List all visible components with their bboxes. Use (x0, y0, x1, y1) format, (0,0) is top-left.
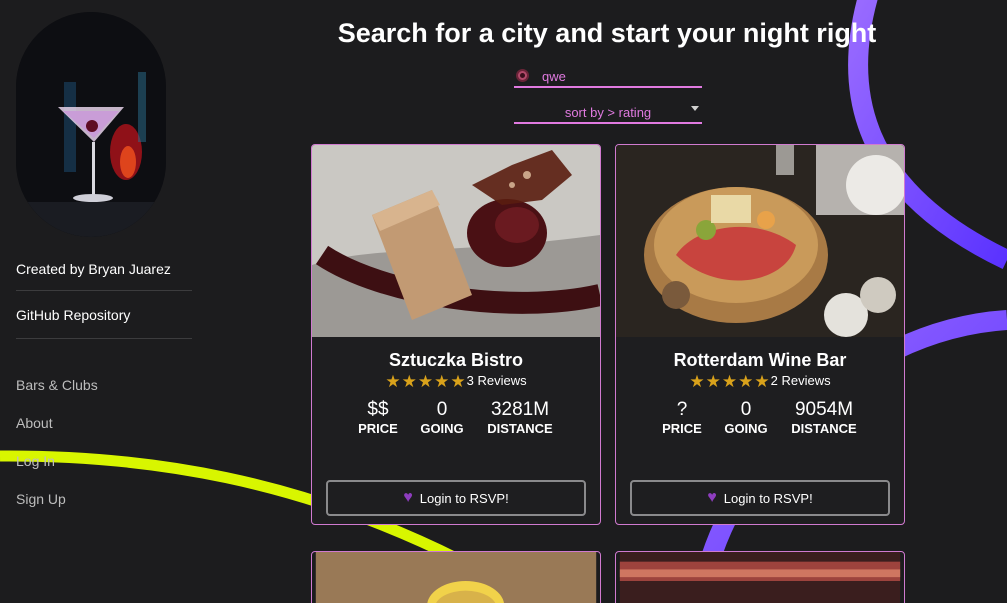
sort-selected-value: sort by > rating (564, 105, 652, 120)
sidebar-divider (16, 290, 192, 291)
venue-name: Rotterdam Wine Bar (673, 350, 847, 370)
distance-label: DISTANCE (791, 421, 857, 436)
distance-value: 9054M (794, 399, 854, 420)
going-value: 0 (740, 399, 752, 420)
venue-stats: ? PRICE 0 GOING 9054M DISTANCE (616, 399, 904, 439)
venue-photo (312, 145, 600, 337)
venue-photo (315, 552, 597, 603)
star-icon: ★ (721, 372, 739, 391)
venue-card: Sztuczka Bistro ★★★★★3 Reviews $$ PRICE … (311, 144, 601, 525)
author-credit-link[interactable]: Created by Bryan Juarez (16, 261, 171, 277)
star-icon: ★ (450, 372, 467, 391)
star-icon: ★ (417, 372, 435, 391)
page-title: Search for a city and start your night r… (337, 18, 877, 48)
rsvp-button[interactable]: ♥ Login to RSVP! (326, 480, 586, 516)
going-stat: 0 GOING (416, 399, 468, 437)
sort-select[interactable]: sort by > rating (514, 102, 702, 124)
sidebar-divider (16, 338, 192, 339)
star-icon: ★ (705, 372, 722, 391)
nav-about[interactable]: About (16, 415, 53, 431)
chevron-down-icon (691, 106, 699, 111)
going-stat: 0 GOING (720, 399, 772, 437)
going-value: 0 (436, 399, 448, 420)
star-icon: ★ (385, 372, 402, 391)
star-icon: ★ (754, 372, 771, 391)
distance-value: 3281M (490, 399, 550, 420)
venue-photo (616, 145, 904, 337)
avatar (16, 12, 166, 237)
location-pin-icon (516, 69, 529, 82)
price-label: PRICE (662, 421, 702, 436)
going-label: GOING (420, 421, 464, 436)
review-count: 3 Reviews (466, 373, 527, 388)
star-icon: ★ (689, 372, 706, 391)
distance-stat: 3281M DISTANCE (480, 399, 560, 437)
rsvp-button[interactable]: ♥ Login to RSVP! (630, 480, 890, 516)
rating: ★★★★★2 Reviews (616, 373, 904, 390)
price-stat: ? PRICE (656, 399, 708, 437)
city-search (514, 66, 702, 88)
price-value: $$ (367, 399, 389, 420)
distance-stat: 9054M DISTANCE (784, 399, 864, 437)
nav-log-in[interactable]: Log In (16, 453, 55, 469)
rsvp-label: Login to RSVP! (419, 490, 509, 506)
venue-name: Sztuczka Bistro (388, 350, 524, 370)
venue-stats: $$ PRICE 0 GOING 3281M DISTANCE (312, 399, 600, 439)
star-icon: ★ (401, 372, 418, 391)
price-value: ? (676, 399, 688, 420)
github-repository-link[interactable]: GitHub Repository (16, 307, 130, 323)
venue-photo (619, 552, 901, 603)
price-label: PRICE (358, 421, 398, 436)
cocktail-photo (16, 12, 166, 237)
heart-icon: ♥ (403, 489, 413, 506)
venue-card: Rotterdam Wine Bar ★★★★★2 Reviews ? PRIC… (615, 144, 905, 525)
rating: ★★★★★3 Reviews (312, 373, 600, 390)
nav-bars-clubs[interactable]: Bars & Clubs (16, 377, 98, 393)
venue-card (615, 551, 905, 603)
sidebar: Created by Bryan Juarez GitHub Repositor… (0, 0, 210, 603)
star-icon: ★ (738, 372, 755, 391)
nav-sign-up[interactable]: Sign Up (16, 491, 66, 507)
rsvp-label: Login to RSVP! (723, 490, 813, 506)
going-label: GOING (724, 421, 768, 436)
distance-label: DISTANCE (487, 421, 553, 436)
review-count: 2 Reviews (770, 373, 831, 388)
search-input[interactable] (542, 67, 697, 85)
heart-icon: ♥ (707, 489, 717, 506)
price-stat: $$ PRICE (352, 399, 404, 437)
star-icon: ★ (434, 372, 451, 391)
venue-card (311, 551, 601, 603)
